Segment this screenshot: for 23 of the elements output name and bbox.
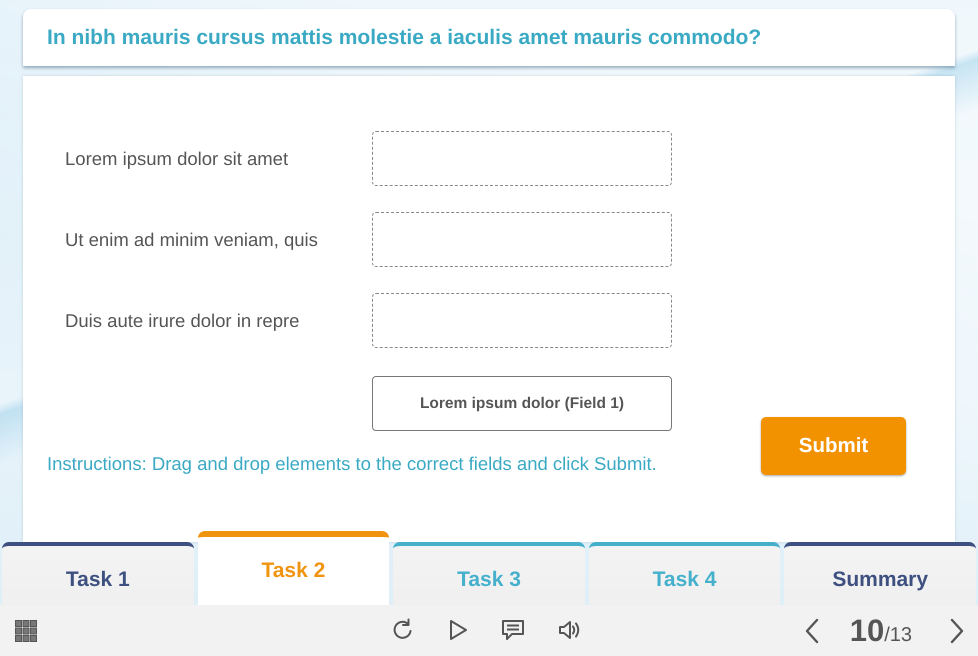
task-tab[interactable]: Task 4 [588,542,780,605]
task-tab[interactable]: Task 3 [393,542,585,605]
submit-button[interactable]: Submit [761,417,906,475]
row-label: Duis aute irure dolor in repre [65,310,300,332]
row-label: Lorem ipsum dolor sit amet [65,148,288,170]
instructions-text: Instructions: Drag and drop elements to the correct fields and click Submit. [47,453,657,475]
play-icon[interactable] [448,618,468,642]
row-label: Ut enim ad minim veniam, quis [65,228,318,250]
chevron-left-icon[interactable] [804,618,819,644]
grid-menu-icon[interactable] [15,620,37,642]
task-tab[interactable]: Task 2 [198,531,390,605]
task-tab[interactable]: Summary [784,542,976,605]
total-pages-number: /13 [884,624,912,646]
comment-icon[interactable] [501,618,525,642]
drop-zone-field[interactable] [372,131,672,186]
volume-icon[interactable] [558,618,582,642]
drop-zone-field[interactable] [372,212,672,267]
question-title: In nibh mauris cursus mattis molestie a iaculis amet mauris commodo? [47,26,762,50]
task-tab[interactable]: Task 1 [2,542,194,605]
current-page-number: 10 [850,612,884,648]
chevron-right-icon[interactable] [950,618,964,644]
drag-item[interactable]: Lorem ipsum dolor (Field 1) [372,376,672,431]
drop-zone-field[interactable] [372,293,672,348]
